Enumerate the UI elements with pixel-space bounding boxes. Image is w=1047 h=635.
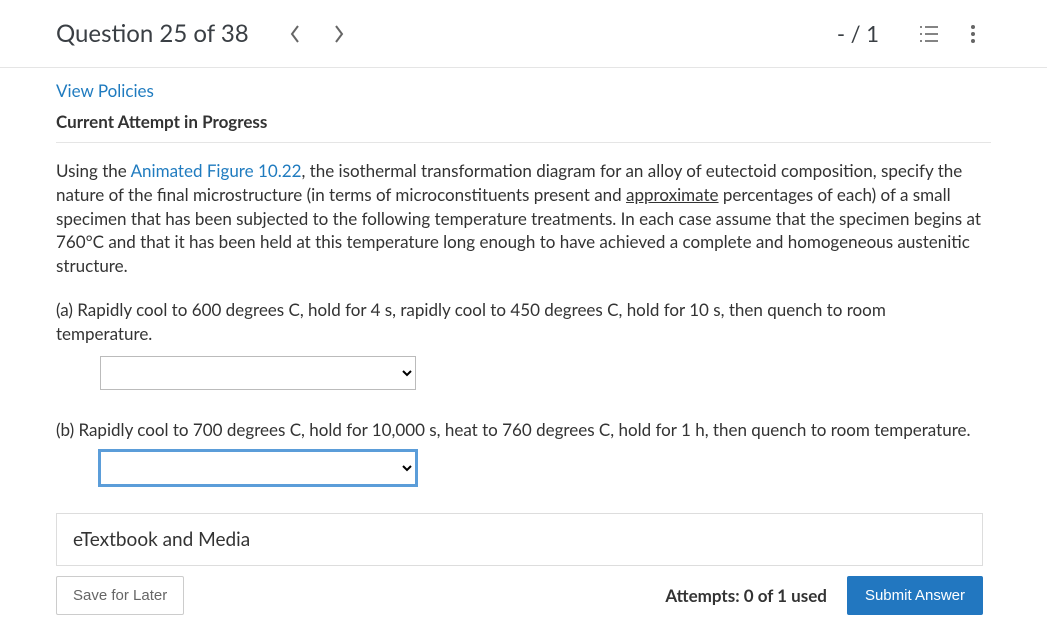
- question-header: Question 25 of 38 - / 1: [0, 0, 1047, 68]
- attempts-text: Attempts: 0 of 1 used: [665, 585, 827, 606]
- attempt-status: Current Attempt in Progress: [56, 111, 991, 132]
- next-question-button[interactable]: [321, 16, 357, 52]
- list-icon: [919, 25, 939, 43]
- more-options-button[interactable]: [955, 16, 991, 52]
- question-body: Using the Animated Figure 10.22, the iso…: [56, 142, 991, 615]
- part-a-text: (a) Rapidly cool to 600 degrees C, hold …: [56, 298, 983, 346]
- animated-figure-link[interactable]: Animated Figure 10.22: [131, 160, 302, 181]
- question-content: View Policies Current Attempt in Progres…: [0, 68, 1047, 635]
- save-for-later-button[interactable]: Save for Later: [56, 576, 184, 615]
- question-score: - / 1: [837, 20, 879, 47]
- etextbook-media-panel[interactable]: eTextbook and Media: [56, 513, 983, 566]
- approximate-word: approximate: [626, 184, 719, 205]
- intro-text-pre: Using the: [56, 160, 131, 181]
- view-policies-link[interactable]: View Policies: [56, 80, 154, 101]
- submit-answer-button[interactable]: Submit Answer: [847, 576, 983, 615]
- part-a-select[interactable]: [100, 356, 416, 390]
- question-list-button[interactable]: [911, 16, 947, 52]
- question-title: Question 25 of 38: [56, 19, 249, 48]
- part-b-text: (b) Rapidly cool to 700 degrees C, hold …: [56, 418, 983, 442]
- prev-question-button[interactable]: [277, 16, 313, 52]
- more-vertical-icon: [970, 24, 976, 44]
- chevron-right-icon: [334, 25, 344, 43]
- part-b-select[interactable]: [100, 451, 416, 485]
- chevron-left-icon: [290, 25, 300, 43]
- question-intro: Using the Animated Figure 10.22, the iso…: [56, 159, 983, 278]
- question-footer: Save for Later Attempts: 0 of 1 used Sub…: [56, 576, 983, 615]
